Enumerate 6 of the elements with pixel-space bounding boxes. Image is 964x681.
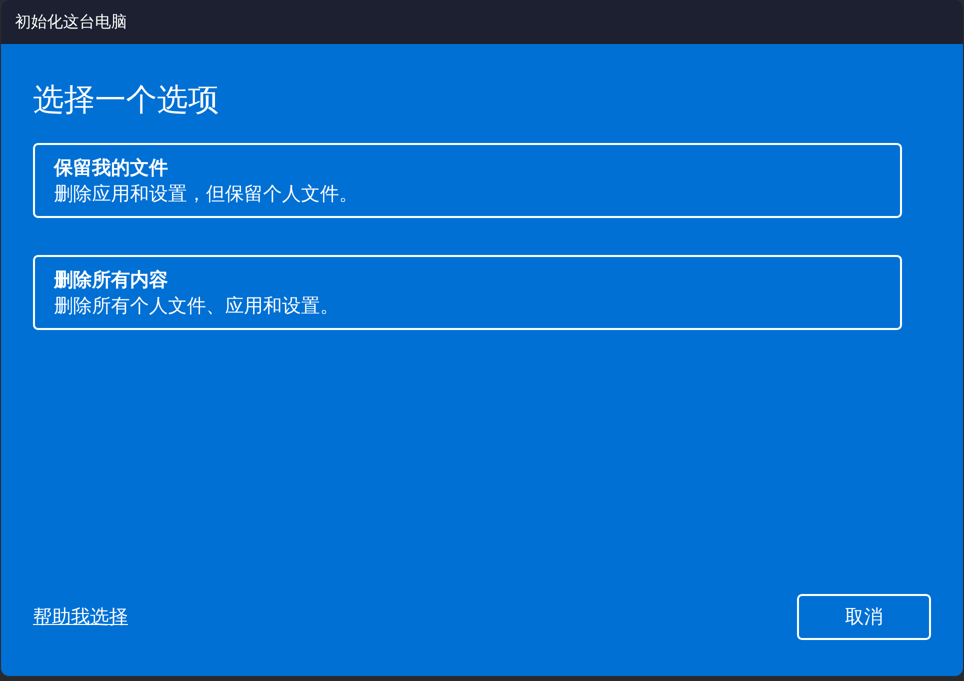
cancel-button[interactable]: 取消: [797, 594, 931, 640]
window-title: 初始化这台电脑: [15, 12, 127, 32]
heading: 选择一个选项: [33, 81, 220, 120]
option-button[interactable]: 保留我的文件 删除应用和设置，但保留个人文件。: [33, 143, 902, 218]
help-link[interactable]: 帮助我选择: [33, 604, 128, 630]
option-button[interactable]: 删除所有内容 删除所有个人文件、应用和设置。: [33, 255, 902, 330]
